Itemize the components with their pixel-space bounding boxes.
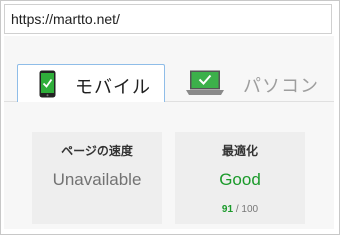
tab-desktop[interactable]: パソコン	[165, 64, 331, 102]
optimization-card: 最適化 Good 91 / 100	[175, 132, 305, 224]
tab-divider	[4, 101, 17, 102]
results-panel: モバイル パソコン ページの速度 Unavailable 最適化 Good 91…	[4, 36, 334, 229]
tab-mobile-label: モバイル	[75, 77, 151, 97]
score-max: / 100	[235, 204, 259, 215]
optimization-value: Good	[219, 170, 261, 189]
optimization-score: 91 / 100	[175, 204, 305, 215]
tab-divider	[331, 101, 334, 102]
url-bar[interactable]: https://martto.net/	[4, 4, 332, 34]
laptop-icon	[186, 70, 224, 95]
page-speed-title: ページの速度	[61, 144, 133, 158]
url-text: https://martto.net/	[11, 11, 120, 27]
optimization-title: 最適化	[221, 144, 258, 158]
score-number: 91	[221, 204, 234, 215]
tab-desktop-label: パソコン	[243, 76, 319, 96]
mobile-phone-icon	[39, 70, 56, 98]
tab-mobile[interactable]: モバイル	[17, 64, 165, 102]
page-speed-value: Unavailable	[52, 170, 142, 189]
page-speed-card: ページの速度 Unavailable	[32, 132, 162, 224]
